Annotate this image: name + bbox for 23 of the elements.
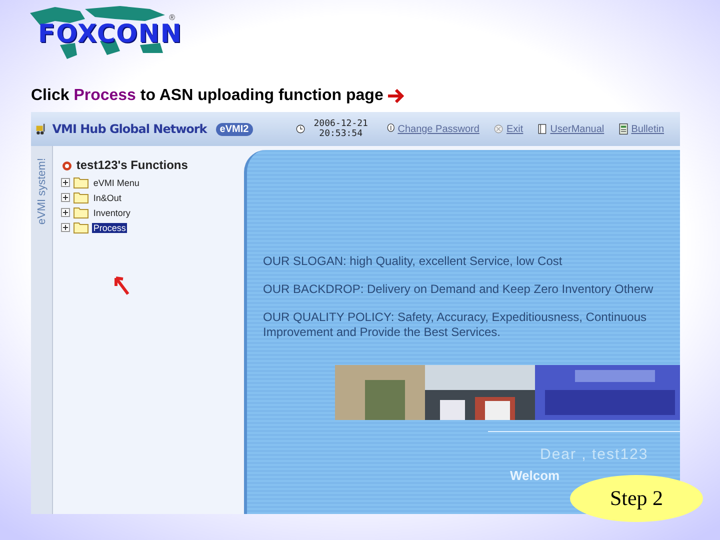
brand-title: VMI Hub Global Network xyxy=(52,122,207,136)
tree-item[interactable]: In&Out xyxy=(92,192,122,202)
instruction-heading: Click Process to ASN uploading function page xyxy=(31,87,384,105)
tree-item[interactable]: eVMI Menu xyxy=(92,178,140,188)
tree-item[interactable]: Process xyxy=(92,222,127,232)
toolbar-link[interactable]: Change Password xyxy=(398,124,480,134)
date-text: 2006-12-21 xyxy=(314,119,368,129)
slogan-text: OUR QUALITY POLICY: Safety, Accuracy, Expeditiousness, Continuous Improvement and Provide the Best Services. xyxy=(263,310,648,340)
time-text: 20:53:54 xyxy=(319,129,363,139)
greeting-text: Dear , test123 xyxy=(540,446,650,463)
toolbar-link[interactable]: UserManual xyxy=(550,124,604,134)
tree-item[interactable]: Inventory xyxy=(92,208,132,218)
slogan-text: OUR SLOGAN: high Quality, excellent Service, low Cost xyxy=(263,254,564,269)
step-callout: Step 2 xyxy=(570,475,703,522)
toolbar-link[interactable]: Bulletin xyxy=(631,124,664,134)
toolbar-link[interactable]: Exit xyxy=(506,124,524,134)
slogan-text: OUR BACKDROP: Delivery on Demand and Keep Zero Inventory Otherw xyxy=(263,282,654,297)
logo-text: FOXCONN xyxy=(38,19,182,48)
registered-mark: ® xyxy=(169,13,175,22)
welcome-text: Welcom xyxy=(510,468,561,483)
tree-title: test123's Functions xyxy=(76,158,188,172)
version-badge: eVMI2 xyxy=(216,122,253,136)
side-label: eVMI system! xyxy=(36,158,48,225)
